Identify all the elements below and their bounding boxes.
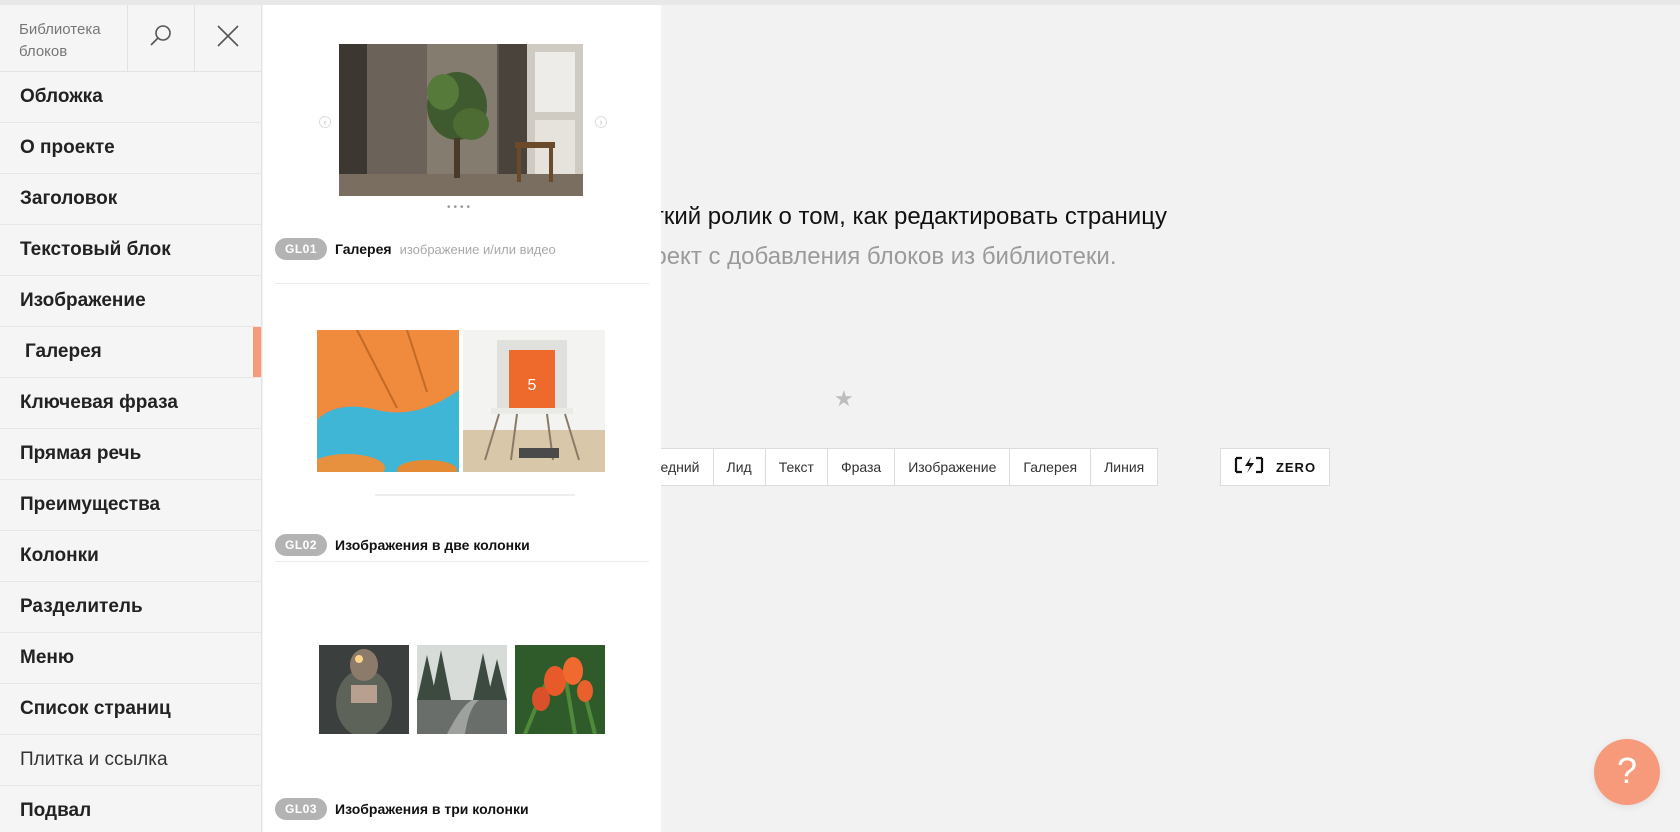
sidebar-item-gallery[interactable]: Галерея: [0, 327, 261, 378]
block-preview-image: [319, 645, 409, 734]
sidebar-item-label: Галерея: [25, 341, 102, 362]
block-preview-image: 5: [463, 330, 605, 472]
quick-add-button[interactable]: Линия: [1091, 449, 1157, 485]
card-divider: [275, 561, 649, 562]
block-card-gl03[interactable]: GL03 Изображения в три колонки: [275, 585, 649, 825]
sidebar-item-features[interactable]: Преимущества: [0, 480, 261, 531]
block-code-badge: GL02: [275, 534, 328, 556]
sidebar-item-columns[interactable]: Колонки: [0, 531, 261, 582]
block-description: изображение и/или видео: [399, 241, 556, 257]
zero-block-label: ZERO: [1275, 459, 1317, 475]
block-code-badge: GL03: [275, 798, 328, 820]
block-code-badge: GL01: [275, 238, 328, 260]
active-indicator: [253, 327, 261, 377]
block-library-sidebar: Библиотека блоков Обложка О проекте Заго…: [0, 5, 262, 832]
preview-shadow: [375, 494, 575, 496]
search-icon: [149, 24, 173, 53]
zero-block-icon: [1234, 456, 1264, 479]
sidebar-item-text-block[interactable]: Текстовый блок: [0, 225, 261, 276]
slider-dots: ••••: [447, 202, 474, 213]
sidebar-item-divider[interactable]: Разделитель: [0, 582, 261, 633]
block-preview-image: [417, 645, 507, 734]
block-name: Изображения в две колонки: [335, 537, 530, 553]
zero-block-button[interactable]: ZERO: [1220, 448, 1330, 486]
sidebar-item-page-list[interactable]: Список страниц: [0, 684, 261, 735]
block-list-panel: ‹ › •••• GL01 Галерея изображение и/или …: [263, 5, 661, 832]
sidebar-item-cover[interactable]: Обложка: [0, 72, 261, 123]
svg-text:5: 5: [528, 377, 537, 394]
quick-add-button[interactable]: Текст: [766, 449, 828, 485]
sidebar-item-heading[interactable]: Заголовок: [0, 174, 261, 225]
block-preview-image: [317, 330, 459, 472]
star-icon: ★: [834, 386, 854, 411]
quick-add-button[interactable]: Лид: [714, 449, 766, 485]
help-button[interactable]: ?: [1594, 739, 1660, 805]
search-button[interactable]: [128, 5, 196, 71]
sidebar-item-footer[interactable]: Подвал: [0, 786, 261, 832]
sidebar-item-image[interactable]: Изображение: [0, 276, 261, 327]
card-divider: [275, 283, 649, 284]
close-button[interactable]: [195, 5, 261, 71]
sidebar-header: Библиотека блоков: [0, 5, 261, 72]
block-name: Изображения в три колонки: [335, 801, 529, 817]
quick-add-button[interactable]: Фраза: [828, 449, 896, 485]
block-name: Галерея: [335, 241, 392, 257]
sidebar-item-tile-link[interactable]: Плитка и ссылка: [0, 735, 261, 786]
quick-add-bar: ок: средний Лид Текст Фраза Изображение …: [610, 448, 1159, 486]
quick-add-button[interactable]: Галерея: [1010, 449, 1092, 485]
sidebar-item-key-phrase[interactable]: Ключевая фраза: [0, 378, 261, 429]
block-caption: GL03 Изображения в три колонки: [275, 798, 529, 820]
block-preview-image: [515, 645, 605, 734]
block-preview-image: [339, 44, 583, 196]
sidebar-item-about[interactable]: О проекте: [0, 123, 261, 174]
quick-add-button[interactable]: Изображение: [895, 449, 1011, 485]
chevron-right-icon[interactable]: ›: [595, 116, 607, 128]
block-caption: GL01 Галерея изображение и/или видео: [275, 238, 556, 260]
block-caption: GL02 Изображения в две колонки: [275, 534, 530, 556]
sidebar-item-quote[interactable]: Прямая речь: [0, 429, 261, 480]
block-card-gl02[interactable]: 5 GL02 Изображения в две колонки: [275, 305, 649, 556]
chevron-left-icon[interactable]: ‹: [319, 116, 331, 128]
sidebar-item-menu[interactable]: Меню: [0, 633, 261, 684]
intro-subtext: роект с добавления блоков из библиотеки.: [640, 243, 1117, 270]
block-card-gl01[interactable]: ‹ › •••• GL01 Галерея изображение и/или …: [275, 35, 649, 260]
intro-text: откий ролик о том, как редактировать стр…: [640, 203, 1167, 230]
close-icon: [216, 24, 240, 53]
sidebar-title: Библиотека блоков: [0, 5, 128, 71]
